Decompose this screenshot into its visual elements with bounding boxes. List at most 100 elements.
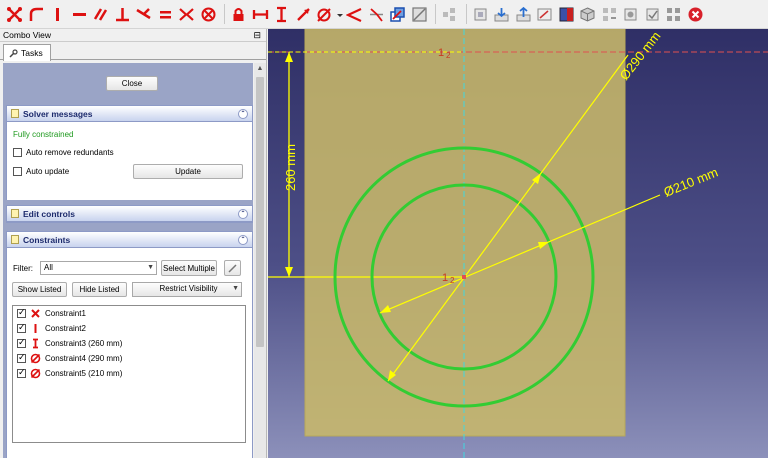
export-icon[interactable]: [514, 3, 533, 25]
filter-select-value: All: [44, 263, 53, 272]
angle-icon[interactable]: [345, 3, 364, 25]
fillet-icon[interactable]: [27, 3, 46, 25]
list-item[interactable]: Constraint5 (210 mm): [13, 366, 245, 381]
symmetric-icon[interactable]: [177, 3, 196, 25]
sketch-canvas[interactable]: 260 mm Ø290 mm Ø210 mm 1 2 1 2: [268, 29, 768, 458]
auto-remove-redundants-checkbox[interactable]: [13, 148, 22, 157]
block-icon[interactable]: [199, 3, 218, 25]
solver-messages-body: Fully constrained Auto remove redundants…: [7, 122, 252, 200]
sketch-icon[interactable]: [535, 3, 554, 25]
scroll-up-icon[interactable]: ▲: [254, 63, 266, 75]
constraint-checkbox[interactable]: [17, 367, 26, 378]
constraint-label: Constraint4 (290 mm): [45, 354, 123, 363]
list-item[interactable]: Constraint2: [13, 321, 245, 336]
coincident-icon: [31, 309, 40, 318]
panel-scrollbar[interactable]: ▲: [254, 63, 266, 458]
vertical-dimension-label[interactable]: 260 mm: [283, 144, 298, 191]
tangent-icon[interactable]: [134, 3, 153, 25]
axis-constraint-label-top: 1: [438, 47, 444, 59]
edit-controls-header[interactable]: Edit controls ⌃: [7, 206, 252, 222]
hide-listed-button[interactable]: Hide Listed: [72, 282, 127, 297]
toggle-driving-icon[interactable]: [388, 3, 407, 25]
snell-icon[interactable]: [367, 3, 386, 25]
tab-tasks[interactable]: Tasks: [3, 44, 51, 61]
horizontal-distance-icon[interactable]: [251, 3, 270, 25]
constraints-list[interactable]: Constraint1 Constraint2 Constraint3 (260…: [12, 305, 246, 443]
horizontal-icon[interactable]: [70, 3, 89, 25]
collapse-icon[interactable]: ⌃: [238, 235, 248, 245]
grid-icon[interactable]: [600, 3, 619, 25]
vertical-icon[interactable]: [48, 3, 67, 25]
copy-icon[interactable]: [471, 3, 490, 25]
vertical-icon: [34, 324, 37, 333]
solver-messages-box: Solver messages ⌃ Fully constrained Auto…: [6, 105, 253, 200]
combo-view: Combo View ⊟ Tasks Close Solver messages…: [0, 29, 267, 458]
select-constraints-icon[interactable]: [643, 3, 662, 25]
settings-icon[interactable]: [621, 3, 640, 25]
constraints-box: Constraints ⌃ Filter: All ▼ Select Multi…: [6, 231, 253, 458]
constraint-checkbox[interactable]: [17, 322, 26, 333]
constraint-label: Constraint2: [45, 324, 86, 333]
list-item[interactable]: Constraint3 (260 mm): [13, 336, 245, 351]
chevron-down-icon: ▼: [232, 285, 239, 292]
part-cube-icon[interactable]: [578, 3, 597, 25]
close-button[interactable]: Close: [106, 76, 158, 91]
equal-icon[interactable]: [156, 3, 175, 25]
task-panel-scroll-area[interactable]: Close Solver messages ⌃ Fully constraine…: [3, 63, 253, 458]
radius-diameter-icon[interactable]: [315, 3, 334, 25]
diameter-210-label[interactable]: Ø210 mm: [662, 164, 721, 199]
axis-constraint-suffix-top: 2: [446, 51, 451, 60]
dropdown-arrow-icon[interactable]: [336, 3, 343, 25]
vertical-distance-icon: [33, 338, 38, 349]
expand-icon[interactable]: ⌃: [238, 209, 248, 219]
sketch-viewport[interactable]: 260 mm Ø290 mm Ø210 mm 1 2 1 2: [268, 29, 768, 458]
import-icon[interactable]: [492, 3, 511, 25]
view-section-icon[interactable]: [557, 3, 576, 25]
clone-icon[interactable]: [440, 3, 459, 25]
select-multiple-button[interactable]: Select Multiple: [161, 260, 217, 276]
constraints-header[interactable]: Constraints ⌃: [7, 232, 252, 248]
list-item[interactable]: Constraint1: [13, 306, 245, 321]
panel-title: Combo View ⊟: [0, 29, 266, 42]
box-header-icon: [11, 109, 19, 118]
center-point[interactable]: [462, 275, 466, 279]
axis-constraint-suffix-center: 2: [450, 276, 455, 285]
diameter-icon: [30, 368, 41, 379]
diameter-icon: [30, 353, 41, 364]
filter-label: Filter:: [13, 264, 33, 273]
solver-messages-header[interactable]: Solver messages ⌃: [7, 106, 252, 122]
constraint-checkbox[interactable]: [17, 307, 26, 318]
axis-constraint-label-center: 1: [442, 272, 448, 284]
show-listed-button[interactable]: Show Listed: [12, 282, 67, 297]
filter-select[interactable]: All ▼: [40, 261, 157, 275]
auto-update-checkbox[interactable]: [13, 167, 22, 176]
vertical-distance-icon[interactable]: [272, 3, 291, 25]
toolbar-separator: [435, 4, 436, 24]
box-header-icon: [11, 235, 19, 244]
perpendicular-icon[interactable]: [113, 3, 132, 25]
restrict-visibility-select[interactable]: Restrict Visibility ▼: [132, 282, 242, 297]
edit-controls-box: Edit controls ⌃: [6, 205, 253, 223]
constraints-body: Filter: All ▼ Select Multiple Show Liste…: [7, 248, 252, 458]
select-elements-icon[interactable]: [664, 3, 683, 25]
tab-bar: Tasks: [0, 42, 266, 61]
settings-button[interactable]: [224, 260, 241, 276]
collapse-icon[interactable]: ⌃: [238, 109, 248, 119]
list-item[interactable]: Constraint4 (290 mm): [13, 351, 245, 366]
update-button[interactable]: Update: [133, 164, 243, 179]
close-sketch-icon[interactable]: [686, 3, 705, 25]
constraints-title: Constraints: [23, 234, 71, 245]
float-panel-icon[interactable]: ⊟: [253, 29, 261, 42]
sketcher-toolbar: [0, 0, 768, 29]
toggle-active-icon[interactable]: [410, 3, 429, 25]
scrollbar-thumb[interactable]: [256, 77, 264, 347]
constraint-checkbox[interactable]: [17, 352, 26, 363]
distance-icon[interactable]: [294, 3, 313, 25]
constraint-label: Constraint5 (210 mm): [45, 369, 123, 378]
box-header-icon: [11, 209, 19, 218]
parallel-icon[interactable]: [91, 3, 110, 25]
point-icon[interactable]: [5, 3, 24, 25]
constraint-checkbox[interactable]: [17, 337, 26, 348]
tab-tasks-label: Tasks: [21, 48, 43, 58]
lock-icon[interactable]: [229, 3, 248, 25]
